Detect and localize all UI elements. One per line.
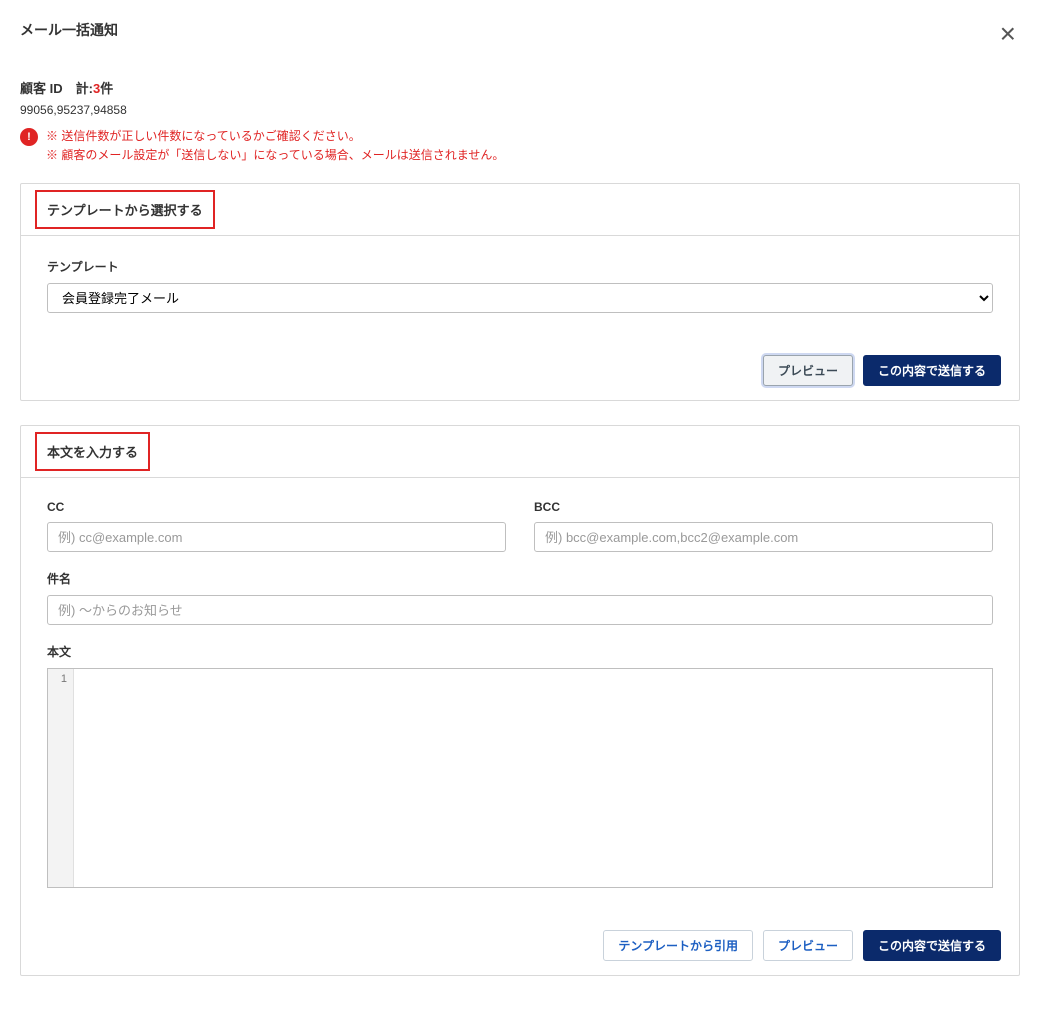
bcc-input[interactable] bbox=[534, 522, 993, 552]
warning-text: ※ 送信件数が正しい件数になっているかご確認ください。 ※ 顧客のメール設定が「… bbox=[46, 127, 504, 165]
template-select-card: テンプレートから選択する テンプレート 会員登録完了メール プレビュー この内容… bbox=[20, 183, 1020, 401]
template-label: テンプレート bbox=[47, 258, 993, 275]
template-select[interactable]: 会員登録完了メール bbox=[47, 283, 993, 313]
customer-ids: 99056,95237,94858 bbox=[20, 103, 1020, 117]
editor-gutter: 1 bbox=[48, 669, 74, 887]
body-editor: 1 bbox=[47, 668, 993, 888]
body-label: 本文 bbox=[47, 643, 993, 660]
body-input-header: 本文を入力する bbox=[35, 432, 150, 471]
cc-label: CC bbox=[47, 500, 506, 514]
warning-line-1: ※ 送信件数が正しい件数になっているかご確認ください。 bbox=[46, 127, 504, 146]
template-select-header: テンプレートから選択する bbox=[35, 190, 215, 229]
subject-input[interactable] bbox=[47, 595, 993, 625]
body-input-card: 本文を入力する CC BCC 件名 本文 1 テンプレートから引用 プレビュ bbox=[20, 425, 1020, 976]
cc-input[interactable] bbox=[47, 522, 506, 552]
warning-icon: ! bbox=[20, 128, 38, 146]
send-button-template[interactable]: この内容で送信する bbox=[863, 355, 1001, 386]
bcc-label: BCC bbox=[534, 500, 993, 514]
customer-count-prefix: 顧客 ID 計: bbox=[20, 81, 93, 96]
preview-button-body[interactable]: プレビュー bbox=[763, 930, 853, 961]
warning-line-2: ※ 顧客のメール設定が「送信しない」になっている場合、メールは送信されません。 bbox=[46, 146, 504, 165]
page-title: メール一括通知 bbox=[20, 20, 118, 40]
send-button-body[interactable]: この内容で送信する bbox=[863, 930, 1001, 961]
import-template-button[interactable]: テンプレートから引用 bbox=[603, 930, 753, 961]
subject-label: 件名 bbox=[47, 570, 993, 587]
customer-count-suffix: 件 bbox=[100, 81, 113, 96]
warning-block: ! ※ 送信件数が正しい件数になっているかご確認ください。 ※ 顧客のメール設定… bbox=[20, 127, 1020, 165]
close-icon[interactable]: × bbox=[996, 20, 1020, 48]
customer-count-line: 顧客 ID 計:3件 bbox=[20, 78, 1020, 97]
preview-button-template[interactable]: プレビュー bbox=[763, 355, 853, 386]
body-textarea[interactable] bbox=[74, 669, 992, 887]
